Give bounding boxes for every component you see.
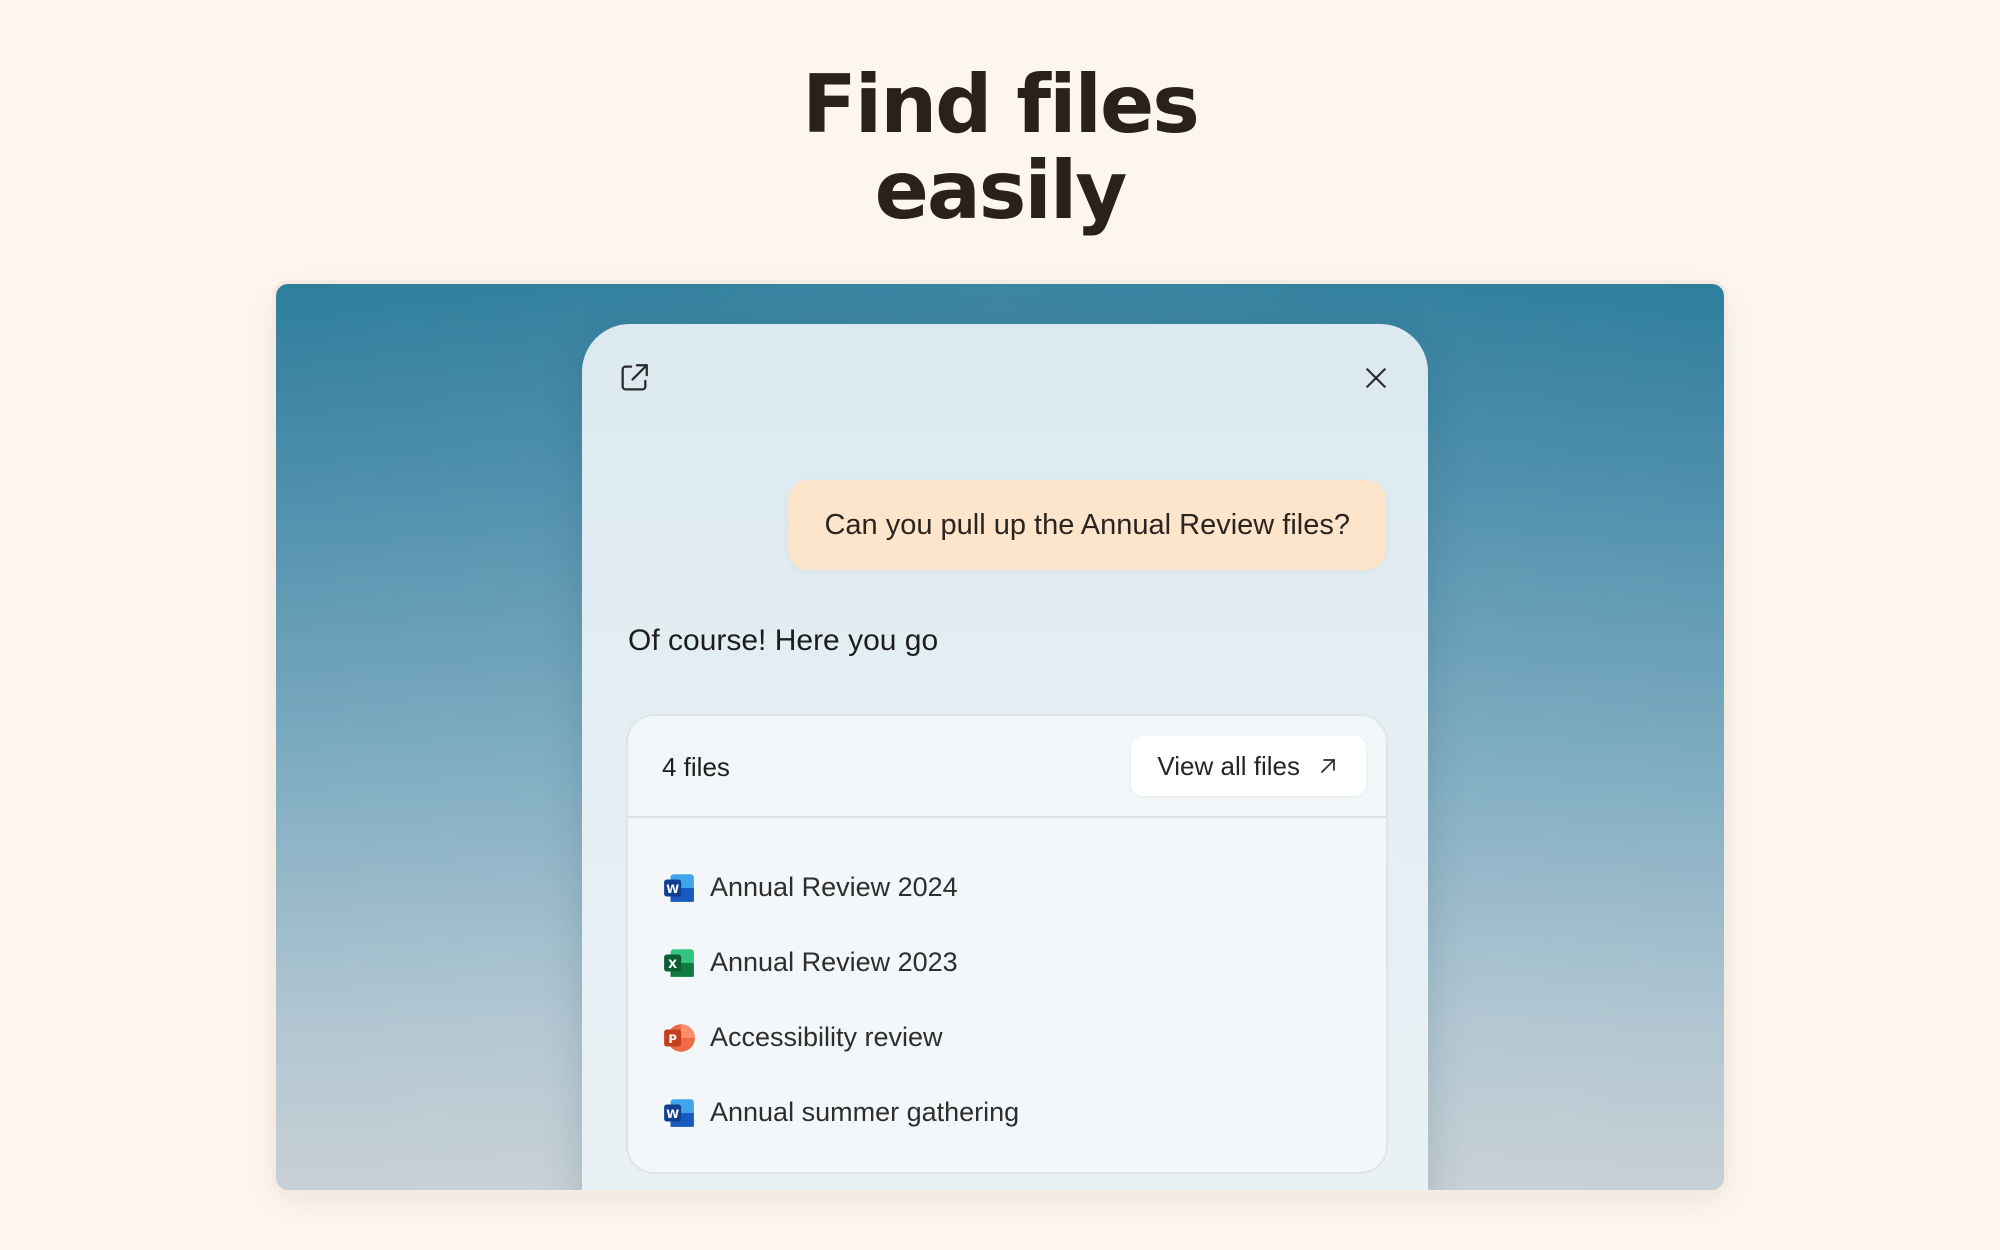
files-card-header: 4 files View all files	[628, 716, 1386, 818]
user-message-text: Can you pull up the Annual Review files?	[824, 508, 1350, 541]
view-all-files-label: View all files	[1157, 750, 1300, 781]
close-button[interactable]	[1354, 356, 1398, 400]
file-item[interactable]: P Accessibility review	[628, 1000, 1386, 1075]
files-count: 4 files	[662, 752, 730, 782]
file-item[interactable]: X Annual Review 2023	[628, 925, 1386, 1000]
svg-text:X: X	[668, 956, 677, 970]
files-card: 4 files View all files W Annual Review 2…	[626, 714, 1388, 1174]
open-in-new-window-icon	[621, 364, 648, 391]
user-message-bubble: Can you pull up the Annual Review files?	[788, 480, 1386, 570]
word-file-icon: W	[664, 1098, 694, 1127]
powerpoint-file-icon: P	[664, 1023, 695, 1052]
file-name: Annual summer gathering	[710, 1097, 1020, 1127]
arrow-up-right-icon	[1321, 759, 1335, 773]
svg-text:W: W	[666, 1106, 679, 1120]
file-name: Annual Review 2023	[710, 947, 958, 977]
file-name: Annual Review 2024	[710, 872, 958, 902]
popout-button[interactable]	[612, 356, 656, 400]
desktop-background: Can you pull up the Annual Review files?…	[276, 284, 1724, 1190]
svg-text:P: P	[668, 1031, 677, 1045]
assistant-message: Of course! Here you go	[628, 624, 939, 657]
hero-heading-line1: Find files	[802, 58, 1200, 151]
file-item[interactable]: W Annual summer gathering	[628, 1075, 1386, 1150]
view-all-files-button[interactable]: View all files	[1131, 736, 1366, 796]
copilot-chat-panel: Can you pull up the Annual Review files?…	[582, 324, 1428, 1190]
file-list: W Annual Review 2024 X Annual Review 202…	[628, 818, 1386, 1150]
word-file-icon: W	[664, 873, 694, 902]
excel-file-icon: X	[664, 948, 694, 977]
svg-text:W: W	[666, 881, 679, 895]
file-item[interactable]: W Annual Review 2024	[628, 850, 1386, 925]
hero-heading-line2: easily	[874, 144, 1128, 237]
hero-heading: Find files easily	[0, 62, 2000, 234]
file-name: Accessibility review	[710, 1022, 943, 1052]
close-icon	[1366, 368, 1386, 388]
